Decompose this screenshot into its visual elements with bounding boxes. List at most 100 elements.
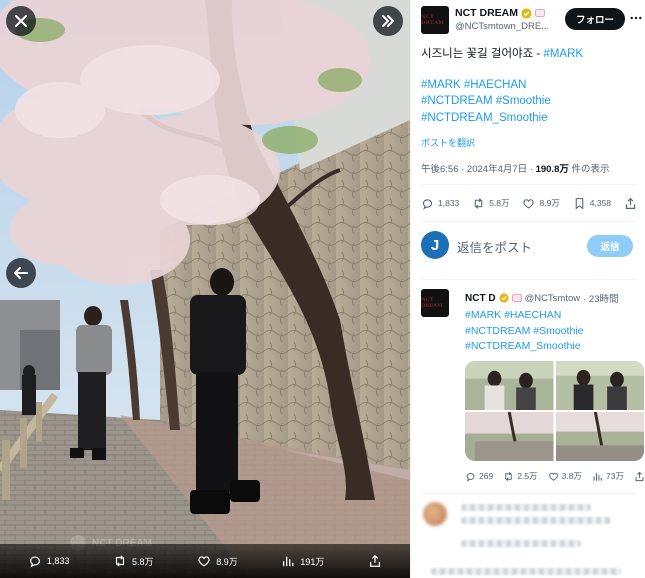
close-icon xyxy=(15,15,27,27)
hashtag-link[interactable]: #MARK #HAECHAN xyxy=(465,308,645,324)
like-button[interactable]: 8.9万 xyxy=(522,197,560,210)
blurred-text xyxy=(461,540,581,547)
photo-like-count: 8.9万 xyxy=(216,556,238,567)
reply-author-avatar[interactable]: NCT DREAM xyxy=(421,289,449,317)
heart-icon xyxy=(523,198,535,209)
previous-button[interactable] xyxy=(6,258,36,288)
views-chart-icon xyxy=(593,472,602,481)
blurred-text xyxy=(431,568,621,575)
reply-input[interactable]: 返信をポスト xyxy=(457,237,532,256)
reply-reply-button[interactable]: 269 xyxy=(465,470,493,482)
divider xyxy=(421,279,637,280)
tweet-pane: NCT DREAM NCT DREAM @NCTsmtown_DRE... フォ… xyxy=(410,0,645,578)
reply-author-name[interactable]: NCT D xyxy=(465,293,496,304)
share-icon xyxy=(625,197,636,209)
nct-dream-logo-icon: NCT DREAM xyxy=(421,14,445,26)
photo-action-bar: 1,833 5.8万 8.9万 191万 xyxy=(0,544,410,578)
repost-icon xyxy=(115,555,125,567)
media-thumbnail[interactable] xyxy=(465,412,554,461)
author-handle[interactable]: @NCTsmtown_DRE... xyxy=(455,21,549,32)
arrow-left-icon xyxy=(14,267,28,279)
repost-button[interactable]: 5.8万 xyxy=(472,197,510,210)
photo-views-button[interactable]: 191万 xyxy=(281,554,324,568)
reply-icon xyxy=(29,556,40,568)
tweet-view-label: 件の表示 xyxy=(568,164,610,175)
translate-post-link[interactable]: ポストを翻訳 xyxy=(421,136,475,149)
reply-like-count: 3.8万 xyxy=(561,471,582,481)
bookmark-button[interactable]: 4,358 xyxy=(573,197,611,210)
affiliate-badge-icon xyxy=(511,294,522,302)
tweet-metadata: 午後6:56 · 2024年4月7日 · 190.8万 件の表示 xyxy=(421,161,610,175)
reply-text: #MARK #HAECHAN #NCTDREAM #Smoothie #NCTD… xyxy=(465,308,645,355)
reply-timestamp[interactable]: · 23時間 xyxy=(583,291,618,305)
verified-badge-icon xyxy=(521,7,532,19)
tweet-text: 시즈니는 꽃길 걸어야죠 - #MARK #MARK #HAECHAN #NCT… xyxy=(421,46,641,126)
hashtag-link[interactable]: #MARK #HAECHAN xyxy=(421,77,641,94)
reply-share-button[interactable] xyxy=(634,470,645,482)
tweet-header: NCT DREAM NCT DREAM @NCTsmtown_DRE... フォ… xyxy=(421,6,643,40)
tweet-view-count: 190.8万 xyxy=(535,164,569,175)
hashtag-link[interactable]: #NCTDREAM_Smoothie xyxy=(465,339,645,355)
reply-action-bar: 269 2.5万 3.8万 73万 xyxy=(465,470,645,482)
follow-button[interactable]: フォロー xyxy=(565,8,625,30)
more-dots-icon xyxy=(630,16,642,20)
blurred-reply xyxy=(421,500,641,547)
media-thumbnail[interactable] xyxy=(465,361,554,410)
reply-button[interactable]: 1,833 xyxy=(421,197,459,210)
photo-share-button[interactable] xyxy=(368,554,382,568)
hashtag-link[interactable]: #NCTDREAM #Smoothie xyxy=(421,93,641,110)
blurred-avatar xyxy=(423,502,447,526)
reply-reply-count: 269 xyxy=(479,471,494,481)
expand-button[interactable] xyxy=(373,6,403,36)
author-avatar[interactable]: NCT DREAM xyxy=(421,6,449,34)
author-name-line: NCT DREAM xyxy=(455,7,545,19)
author-display-name[interactable]: NCT DREAM xyxy=(455,7,518,19)
photo-pane: NCT DREAM 1,833 5.8万 8.9万 191万 xyxy=(0,0,410,578)
close-button[interactable] xyxy=(6,6,36,36)
blurred-text xyxy=(461,517,611,524)
hashtag-link[interactable]: #NCTDREAM #Smoothie xyxy=(465,324,645,340)
affiliate-badge-icon xyxy=(535,9,545,17)
post-photo xyxy=(0,0,410,578)
blurred-reply xyxy=(421,556,641,578)
photo-reply-count: 1,833 xyxy=(46,556,70,566)
current-user-avatar[interactable]: J xyxy=(421,231,449,259)
photo-repost-button[interactable]: 5.8万 xyxy=(113,554,154,568)
hashtag-link[interactable]: #NCTDREAM_Smoothie xyxy=(421,110,641,127)
reply-views-button[interactable]: 73万 xyxy=(592,470,624,482)
reply-repost-button[interactable]: 2.5万 xyxy=(503,470,538,482)
hashtag-link[interactable]: #MARK xyxy=(543,48,583,60)
photo-reply-button[interactable]: 1,833 xyxy=(28,554,70,568)
repost-icon xyxy=(474,197,483,209)
like-count: 8.9万 xyxy=(539,198,560,208)
double-chevron-right-icon xyxy=(382,15,394,27)
heart-icon xyxy=(548,472,558,481)
share-icon xyxy=(370,554,381,567)
reply-media-grid xyxy=(465,361,644,461)
tweet-timestamp[interactable]: 午後6:56 · 2024年4月7日 · xyxy=(421,164,536,175)
reply-like-button[interactable]: 3.8万 xyxy=(548,470,582,482)
reply-author-handle[interactable]: @NCTsmtow xyxy=(525,293,581,304)
tweet-action-bar: 1,833 5.8万 8.9万 4,358 xyxy=(421,193,637,213)
reply-author-line: NCT D @NCTsmtow · 23時間 xyxy=(465,291,619,306)
repost-icon xyxy=(505,471,512,481)
views-chart-icon xyxy=(283,556,294,567)
blurred-text xyxy=(461,504,591,511)
reply-icon xyxy=(466,472,475,482)
more-options-button[interactable] xyxy=(629,11,643,25)
media-thumbnail[interactable] xyxy=(555,361,645,410)
reply-views-count: 73万 xyxy=(605,471,624,481)
reply-submit-button[interactable]: 返信 xyxy=(587,235,633,257)
heart-icon xyxy=(198,556,210,567)
bookmark-count: 4,358 xyxy=(589,198,612,208)
reply-composer: J 返信をポスト 返信 xyxy=(421,231,637,261)
share-button[interactable] xyxy=(624,197,637,210)
media-thumbnail[interactable] xyxy=(555,412,645,461)
photo-views-count: 191万 xyxy=(300,556,325,567)
divider xyxy=(421,221,637,222)
photo-like-button[interactable]: 8.9万 xyxy=(197,554,238,568)
repost-count: 5.8万 xyxy=(489,198,510,208)
divider xyxy=(421,493,637,494)
tweet-text-line1: 시즈니는 꽃길 걸어야죠 - #MARK xyxy=(421,46,641,63)
tweet-text-main: 시즈니는 꽃길 걸어야죠 - xyxy=(421,48,544,60)
